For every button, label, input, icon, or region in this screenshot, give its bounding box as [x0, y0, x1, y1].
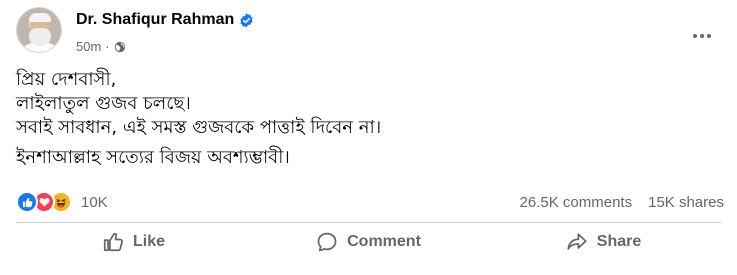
verified-badge-icon	[239, 12, 254, 28]
author-avatar[interactable]	[16, 7, 62, 53]
divider	[16, 222, 721, 223]
comment-label: Comment	[347, 233, 421, 250]
post-text-line: সবাই সাবধান, এই সমস্ত গুজবকে পাত্তাই দিব…	[16, 117, 382, 138]
more-options-button[interactable]	[688, 22, 716, 50]
globe-icon[interactable]	[114, 41, 126, 53]
comments-count[interactable]: 26.5K comments	[520, 194, 633, 211]
shares-count[interactable]: 15K shares	[648, 194, 724, 211]
post-actions: Like Comment Share	[16, 226, 721, 258]
share-icon	[567, 233, 587, 250]
post-text-line: লাইলাতুল গুজব চলছে।	[16, 93, 191, 114]
facebook-post: Dr. Shafiqur Rahman 50m · প্রিয় দেশবাসী…	[0, 0, 737, 275]
author-name[interactable]: Dr. Shafiqur Rahman	[76, 11, 234, 29]
share-button[interactable]: Share	[486, 226, 721, 258]
like-reaction-icon	[16, 191, 38, 213]
reaction-count[interactable]: 10K	[81, 194, 108, 211]
author-row: Dr. Shafiqur Rahman	[76, 11, 254, 29]
like-label: Like	[132, 233, 165, 250]
like-icon	[103, 232, 123, 252]
engagement-stats: 26.5K comments 15K shares	[520, 194, 724, 211]
post-text-line: প্রিয় দেশবাসী,	[16, 69, 117, 90]
share-label: Share	[596, 233, 642, 250]
meta-separator: ·	[105, 39, 110, 54]
post-body: প্রিয় দেশবাসী, লাইলাতুল গুজব চলছে। সবাই…	[16, 68, 381, 170]
post-text-line: ইনশাআল্লাহ সত্যের বিজয় অবশ্যম্ভাবী।	[16, 147, 290, 168]
post-meta: 50m ·	[76, 39, 126, 54]
comment-button[interactable]: Comment	[251, 226, 486, 258]
reactions-summary[interactable]: 10K	[16, 191, 108, 213]
like-button[interactable]: Like	[16, 226, 251, 258]
more-dots-icon	[693, 34, 711, 38]
comment-icon	[317, 232, 337, 252]
post-timestamp[interactable]: 50m	[76, 39, 101, 54]
